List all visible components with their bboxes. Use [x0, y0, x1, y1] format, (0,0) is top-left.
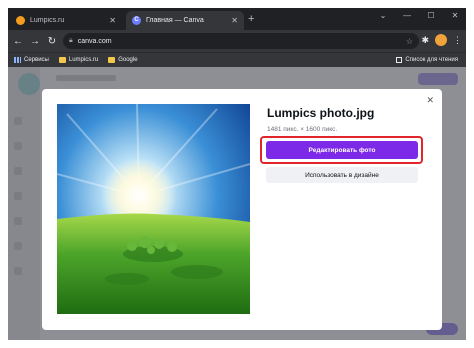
tab-lumpics[interactable]: Lumpics.ru ✕: [10, 11, 122, 30]
lumpics-favicon-icon: [16, 16, 25, 25]
sunrise-grass-image: [57, 104, 250, 314]
photo-preview: [57, 104, 250, 314]
new-tab-button[interactable]: +: [248, 13, 254, 25]
use-in-design-button[interactable]: Использовать в дизайне: [266, 167, 418, 183]
bookmark-lumpics[interactable]: Lumpics.ru: [58, 57, 99, 63]
bookmark-star-icon[interactable]: ☆: [406, 37, 413, 46]
tab-canva[interactable]: C Главная — Canva ✕: [126, 11, 244, 30]
photo-modal: ✕ Lumpics photo.jpg 1481 пикс. × 1600 пи…: [42, 89, 442, 330]
bookmark-label: Сервисы: [24, 57, 49, 63]
address-bar[interactable]: 🔒︎ canva.com ☆: [63, 33, 419, 49]
maximize-icon[interactable]: ☐: [424, 11, 438, 20]
tab-search-icon[interactable]: ⌄: [376, 11, 390, 20]
photo-info: Lumpics photo.jpg 1481 пикс. × 1600 пикс…: [267, 106, 419, 133]
lock-icon[interactable]: 🔒︎: [69, 37, 73, 45]
browser-toolbar: ← → ↻ 🔒︎ canva.com ☆ ✱ ⋮: [8, 30, 466, 52]
tab-strip: Lumpics.ru ✕ C Главная — Canva ✕ + ⌄ — ☐…: [8, 8, 466, 30]
close-tab-icon[interactable]: ✕: [109, 16, 116, 25]
forward-icon[interactable]: →: [28, 36, 42, 47]
extensions-icon[interactable]: ✱: [421, 35, 429, 46]
profile-avatar[interactable]: [435, 34, 447, 46]
reload-icon[interactable]: ↻: [45, 36, 59, 47]
close-tab-icon[interactable]: ✕: [231, 16, 238, 25]
canva-favicon-icon: C: [132, 16, 141, 25]
tab-label: Lumpics.ru: [30, 17, 65, 24]
menu-icon[interactable]: ⋮: [453, 35, 462, 46]
browser-window: Lumpics.ru ✕ C Главная — Canva ✕ + ⌄ — ☐…: [8, 8, 466, 340]
toolbar-right: ✱ ⋮: [421, 34, 462, 46]
bookmark-services[interactable]: Сервисы: [14, 57, 49, 63]
folder-icon: [58, 57, 66, 63]
photo-title: Lumpics photo.jpg: [267, 106, 375, 120]
bookmark-label: Lumpics.ru: [68, 57, 99, 63]
close-icon[interactable]: ✕: [426, 95, 434, 106]
close-window-icon[interactable]: ✕: [448, 11, 462, 20]
window-controls: ⌄ — ☐ ✕: [376, 11, 462, 20]
bookmark-google[interactable]: Google: [108, 57, 138, 63]
bookmarks-bar: Сервисы Lumpics.ru Google Список для чте…: [8, 52, 466, 67]
reading-list-label: Список для чтения: [405, 57, 458, 63]
reading-list-icon: [396, 57, 403, 63]
folder-icon: [108, 57, 116, 63]
tab-label: Главная — Canva: [146, 17, 204, 24]
photo-dimensions: 1481 пикс. × 1600 пикс.: [267, 126, 338, 133]
bookmark-label: Google: [118, 57, 138, 63]
reading-list-button[interactable]: Список для чтения: [396, 57, 458, 63]
canva-page: ✕ Lumpics photo.jpg 1481 пикс. × 1600 пи…: [8, 67, 466, 340]
back-icon[interactable]: ←: [11, 36, 25, 47]
edit-photo-button[interactable]: Редактировать фото: [266, 141, 418, 159]
minimize-icon[interactable]: —: [400, 11, 414, 20]
apps-icon: [14, 57, 21, 63]
url-text: canva.com: [77, 37, 112, 45]
